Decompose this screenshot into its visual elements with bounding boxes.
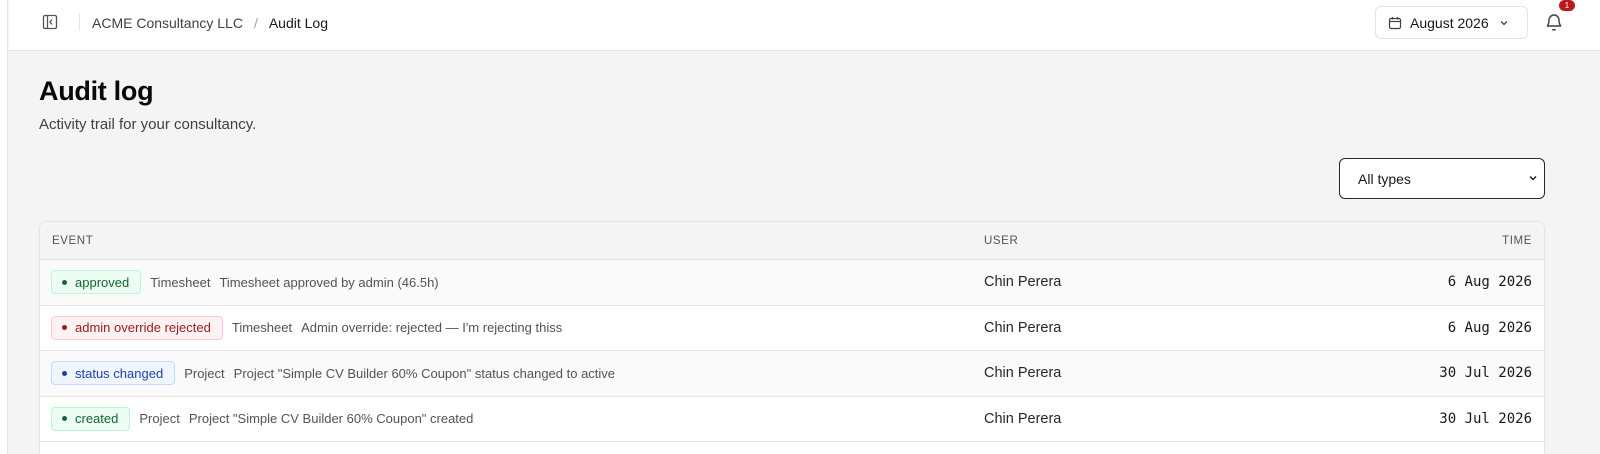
type-filter-value: All types bbox=[1358, 170, 1411, 187]
top-bar: ACME Consultancy LLC / Audit Log bbox=[9, 0, 1600, 51]
sidebar-toggle-icon[interactable] bbox=[42, 14, 58, 30]
bell-icon[interactable] bbox=[1544, 12, 1564, 32]
column-header-user: USER bbox=[984, 235, 1019, 247]
event-user: Chin Perera bbox=[984, 410, 1062, 427]
status-dot-icon bbox=[62, 279, 67, 285]
event-user: Chin Perera bbox=[984, 274, 1062, 291]
calendar-icon bbox=[1388, 16, 1402, 29]
event-description: Timesheet approved by admin (46.5h) bbox=[219, 274, 439, 290]
table-row: approved Timesheet Timesheet approved by… bbox=[40, 260, 1544, 306]
breadcrumb: ACME Consultancy LLC / Audit Log bbox=[92, 0, 328, 45]
page-subtitle: Activity trail for your consultancy. bbox=[39, 116, 257, 133]
event-badge-label: admin override rejected bbox=[75, 320, 211, 336]
event-time: 6 Aug 2026 bbox=[1447, 274, 1532, 291]
column-header-event: EVENT bbox=[52, 235, 94, 247]
event-description: Admin override: rejected — I'm rejecting… bbox=[301, 320, 563, 336]
event-badge: status changed bbox=[51, 361, 176, 386]
event-badge-label: approved bbox=[75, 274, 130, 290]
event-entity: Timesheet bbox=[231, 320, 293, 336]
event-entity: Project bbox=[139, 411, 180, 427]
column-header-time: TIME bbox=[1502, 235, 1532, 247]
chevron-down-icon bbox=[1500, 20, 1508, 25]
status-dot-icon bbox=[62, 370, 67, 376]
event-badge-label: status changed bbox=[75, 365, 164, 381]
sidebar-edge bbox=[0, 0, 8, 454]
month-picker-button[interactable]: August 2026 bbox=[1375, 6, 1528, 39]
breadcrumb-organization[interactable]: ACME Consultancy LLC bbox=[92, 15, 243, 31]
event-entity: Project bbox=[184, 365, 225, 381]
event-user: Chin Perera bbox=[984, 319, 1062, 336]
event-description: Project "Simple CV Builder 60% Coupon" s… bbox=[233, 365, 616, 381]
status-dot-icon bbox=[62, 325, 67, 331]
table-header: EVENT USER TIME bbox=[40, 222, 1544, 260]
type-filter-select[interactable]: All types bbox=[1339, 158, 1545, 199]
event-entity: Timesheet bbox=[150, 274, 211, 290]
breadcrumb-current: Audit Log bbox=[268, 14, 329, 31]
month-picker-label: August 2026 bbox=[1410, 14, 1489, 31]
table-row: created Project Project "Simple CV Build… bbox=[40, 396, 1544, 442]
event-user: Chin Perera bbox=[984, 365, 1062, 382]
event-badge: admin override rejected bbox=[51, 315, 223, 340]
page-title: Audit log bbox=[39, 76, 154, 106]
divider bbox=[79, 13, 80, 31]
event-description: Project "Simple CV Builder 60% Coupon" c… bbox=[188, 411, 474, 427]
notification-count-badge: 1 bbox=[1559, 0, 1575, 11]
table-row: admin override rejected Timesheet Admin … bbox=[40, 305, 1544, 351]
breadcrumb-separator: / bbox=[253, 14, 258, 31]
audit-log-table: EVENT USER TIME approved Timesheet Times… bbox=[39, 221, 1545, 454]
table-row: status changed Project Project "Simple C… bbox=[40, 351, 1544, 397]
event-time: 30 Jul 2026 bbox=[1439, 410, 1532, 427]
event-badge-label: created bbox=[75, 411, 119, 427]
status-dot-icon bbox=[62, 416, 67, 422]
event-badge: created bbox=[51, 406, 131, 431]
event-time: 6 Aug 2026 bbox=[1447, 319, 1532, 336]
event-badge: approved bbox=[51, 270, 142, 295]
chevron-down-icon bbox=[1529, 176, 1537, 181]
event-time: 30 Jul 2026 bbox=[1439, 365, 1532, 382]
